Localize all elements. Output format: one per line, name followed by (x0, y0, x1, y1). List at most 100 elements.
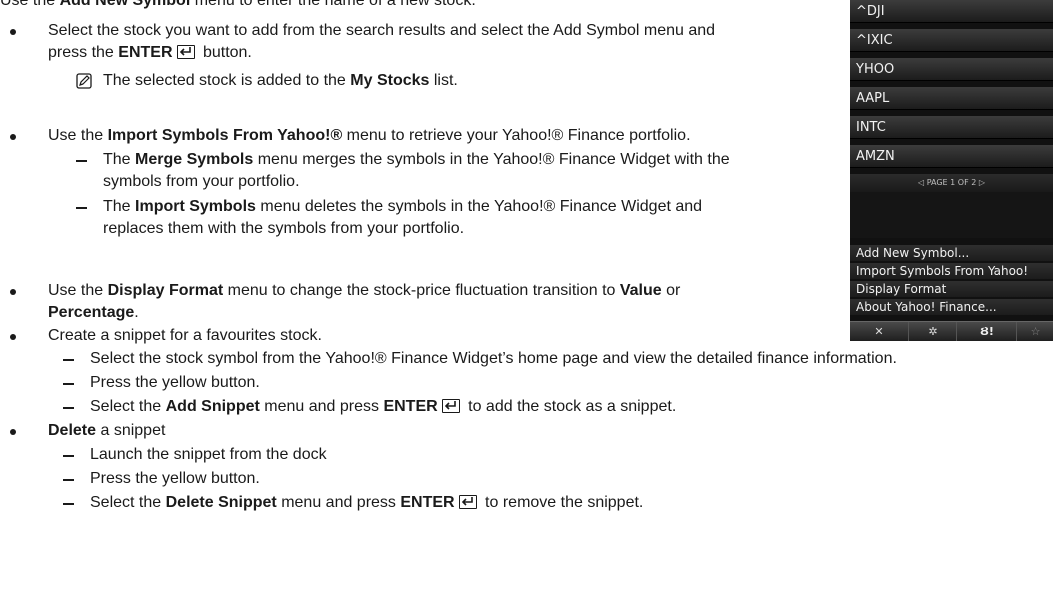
text: Create a snippet for a favourites stock. (48, 327, 322, 344)
dash-line: Select the stock symbol from the Yahoo!®… (90, 348, 897, 370)
close-icon[interactable]: ✕ (864, 322, 894, 341)
text: Select the stock symbol from the Yahoo!®… (90, 350, 897, 367)
menu-about-yahoo-finance[interactable]: About Yahoo! Finance... (850, 299, 1053, 315)
finance-widget-panel: ^DJI ^IXIC YHOO AAPL INTC AMZN ◁ PAGE 1 … (850, 0, 1053, 341)
bullet-line: Select the stock you want to add from th… (48, 20, 715, 42)
text: Press the yellow button. (90, 374, 260, 391)
text: Select the stock you want to add from th… (48, 22, 716, 39)
text: The (103, 198, 136, 215)
text: to remove the snippet. (480, 494, 644, 511)
menu-label: About Yahoo! Finance... (856, 300, 997, 314)
note-pencil-icon (76, 73, 92, 89)
text: menu merges the symbols in the Yahoo!® F… (253, 151, 730, 168)
text: menu to change the stock-price fluctuati… (223, 282, 620, 299)
text: Use the (48, 282, 108, 299)
symbol-label: INTC (856, 120, 886, 135)
text: Launch the snippet from the dock (90, 446, 327, 463)
text: The (103, 151, 136, 168)
text: replaces them with the symbols from your… (103, 220, 465, 237)
dash (76, 160, 87, 162)
menu-label: Import Symbols From Yahoo! (856, 264, 1029, 278)
bold-text: Percentage (48, 304, 135, 321)
bold-text: ENTER (400, 494, 455, 511)
bold-text: Value (619, 282, 662, 299)
symbol-row-intc[interactable]: INTC (850, 116, 1053, 139)
dash (63, 479, 74, 481)
bullet-line: Delete a snippet (48, 420, 165, 442)
bold-text: Add Snippet (165, 398, 260, 415)
symbol-label: YHOO (856, 62, 895, 77)
text: menu deletes the symbols in the Yahoo!® … (255, 198, 703, 215)
symbol-label: AAPL (856, 91, 890, 106)
bold-text: Merge Symbols (135, 151, 254, 168)
text: . (134, 304, 139, 321)
text: menu and press (276, 494, 401, 511)
bullet (10, 334, 16, 340)
bullet (10, 429, 16, 435)
bold-text: Delete (48, 422, 97, 439)
yahoo-logo-icon[interactable]: Ȣ! (956, 322, 1017, 341)
bold-text: Add New Symbol (59, 0, 191, 9)
text: press the (48, 44, 119, 61)
symbol-row-dji[interactable]: ^DJI (850, 0, 1053, 23)
text: list. (429, 72, 458, 89)
yahoo-glyph: Ȣ! (980, 325, 994, 338)
text: symbols from your portfolio. (103, 173, 300, 190)
bold-text: Import Symbols From Yahoo!® (107, 127, 343, 144)
page-indicator: ◁ PAGE 1 OF 2 ▷ (918, 178, 985, 187)
text: to add the stock as a snippet. (463, 398, 677, 415)
text: or (661, 282, 681, 299)
symbol-row-yhoo[interactable]: YHOO (850, 58, 1053, 81)
close-glyph: ✕ (874, 325, 884, 338)
text: a snippet (96, 422, 166, 439)
dash (63, 455, 74, 457)
dash-line: The Merge Symbols menu merges the symbol… (103, 149, 730, 171)
dash (63, 503, 74, 505)
dash-line-cont: replaces them with the symbols from your… (103, 218, 464, 240)
symbol-row-amzn[interactable]: AMZN (850, 145, 1053, 168)
menu-import-symbols[interactable]: Import Symbols From Yahoo! (850, 263, 1053, 279)
bold-text: Display Format (107, 282, 224, 299)
menu-label: Display Format (856, 282, 947, 296)
symbol-label: AMZN (856, 149, 895, 164)
dash (63, 359, 74, 361)
bold-text: ENTER (118, 44, 173, 61)
settings-icon[interactable]: ✲ (908, 322, 957, 341)
dash-line-cont: symbols from your portfolio. (103, 171, 300, 193)
bullet-line: Use the Import Symbols From Yahoo!® menu… (48, 125, 691, 147)
enter-key-icon (176, 45, 195, 59)
settings-glyph: ✲ (928, 325, 938, 338)
text: Press the yellow button. (90, 470, 260, 487)
star-icon[interactable]: ☆ (1016, 322, 1053, 341)
intro-line: Use the Add New Symbol menu to enter the… (0, 0, 476, 12)
text: menu to retrieve your Yahoo!® Finance po… (342, 127, 691, 144)
bold-text: ENTER (383, 398, 438, 415)
dash (76, 207, 87, 209)
enter-key-icon (441, 399, 460, 413)
pagination-control[interactable]: ◁ PAGE 1 OF 2 ▷ (850, 174, 1053, 192)
bullet (10, 29, 16, 35)
bold-text: Import Symbols (135, 198, 256, 215)
dash-line: The Import Symbols menu deletes the symb… (103, 196, 702, 218)
bullet-line-cont: press the ENTER button. (48, 42, 252, 64)
menu-display-format[interactable]: Display Format (850, 281, 1053, 297)
text: The selected stock is added to the (103, 72, 351, 89)
widget-toolbar: ✕ ✲ Ȣ! ☆ (850, 321, 1053, 341)
dash (63, 383, 74, 385)
dash-line: Press the yellow button. (90, 468, 260, 490)
text: Select the (90, 398, 166, 415)
note-line: The selected stock is added to the My St… (103, 70, 458, 92)
text: Use the (0, 0, 60, 9)
symbol-row-aapl[interactable]: AAPL (850, 87, 1053, 110)
symbol-row-ixic[interactable]: ^IXIC (850, 29, 1053, 52)
dash-line: Select the Add Snippet menu and press EN… (90, 396, 676, 418)
symbol-label: ^DJI (856, 4, 885, 19)
bullet-line-cont: Percentage. (48, 302, 139, 324)
bold-text: Delete Snippet (165, 494, 277, 511)
dash-line: Select the Delete Snippet menu and press… (90, 492, 643, 514)
text: Select the (90, 494, 166, 511)
dash-line: Launch the snippet from the dock (90, 444, 327, 466)
menu-add-new-symbol[interactable]: Add New Symbol... (850, 245, 1053, 261)
symbol-label: ^IXIC (856, 33, 893, 48)
menu-label: Add New Symbol... (856, 246, 970, 260)
